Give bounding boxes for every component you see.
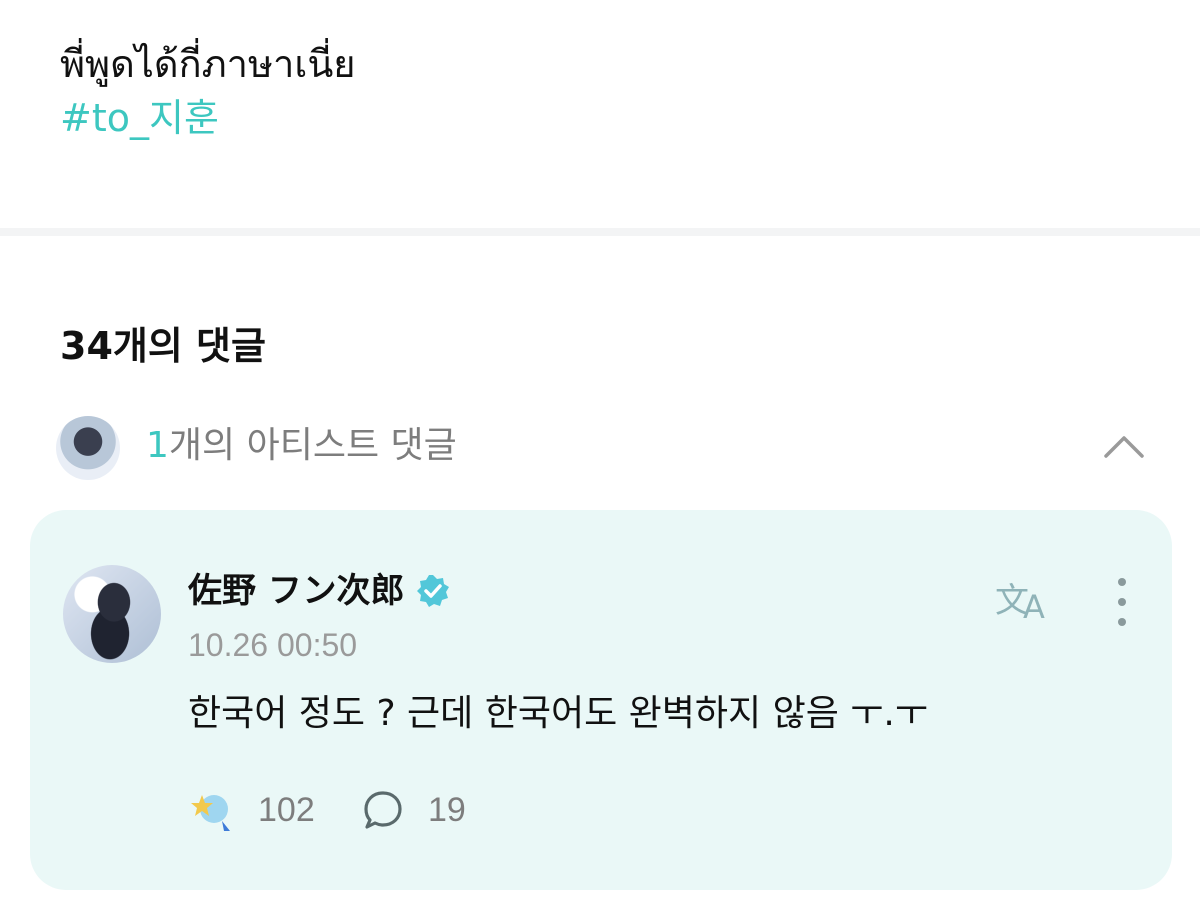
translate-icon[interactable]: 文 A [995,574,1055,624]
comment-count-heading: 34개의 댓글 [60,324,266,368]
comment-timestamp: 10.26 00:50 [188,627,358,663]
section-divider [0,228,1200,236]
artist-comment-count: 1 [146,425,169,466]
artist-comments-summary: 1개의 아티스트 댓글 [146,420,457,472]
post-text: พี่พูดได้กี่ภาษาเนี่ย [60,42,356,86]
verified-icon [416,575,449,607]
artist-comment-label: 개의 아티스트 댓글 [168,425,457,466]
artist-comment-card: 佐野 フン次郎 10.26 00:50 文 A 한국어 정도 ? 근데 한국어도… [30,510,1172,890]
hashtag-link[interactable]: #to_지훈 [60,92,219,144]
reply-button[interactable]: 19 [362,785,466,835]
comment-body: 한국어 정도 ? 근데 한국어도 완벽하지 않음 ㅜ.ㅜ [188,693,928,734]
reaction-icon [191,795,230,831]
reply-icon [364,791,402,829]
author-name[interactable]: 佐野 フン次郎 [188,568,405,614]
reaction-button[interactable]: 102 [188,785,315,835]
artist-comments-toggle[interactable]: 1개의 아티스트 댓글 [56,414,1146,480]
more-vertical-icon[interactable] [1108,574,1136,630]
chevron-up-icon[interactable] [1102,424,1146,468]
svg-text:A: A [1023,588,1045,624]
reaction-count: 102 [258,790,315,829]
artist-avatar-small [56,416,120,480]
author-avatar[interactable] [63,565,161,663]
reply-count: 19 [428,790,466,829]
author-row: 佐野 フン次郎 [188,568,451,614]
